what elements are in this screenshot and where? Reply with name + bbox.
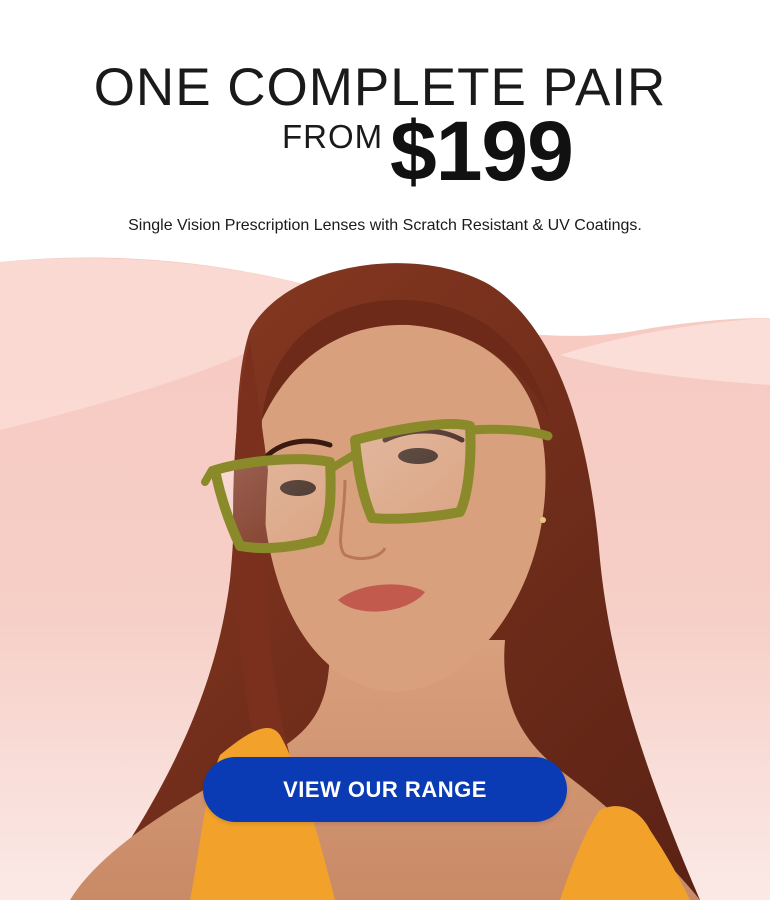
from-label: FROM — [282, 118, 384, 155]
subline: Single Vision Prescription Lenses with S… — [128, 217, 642, 234]
promo-banner: ONE COMPLETE PAIR FROM $199 Single Visio… — [0, 0, 770, 900]
headline: ONE COMPLETE PAIR — [93, 58, 667, 117]
view-our-range-button[interactable]: VIEW OUR RANGE — [203, 757, 567, 822]
price: $199 — [390, 104, 574, 198]
